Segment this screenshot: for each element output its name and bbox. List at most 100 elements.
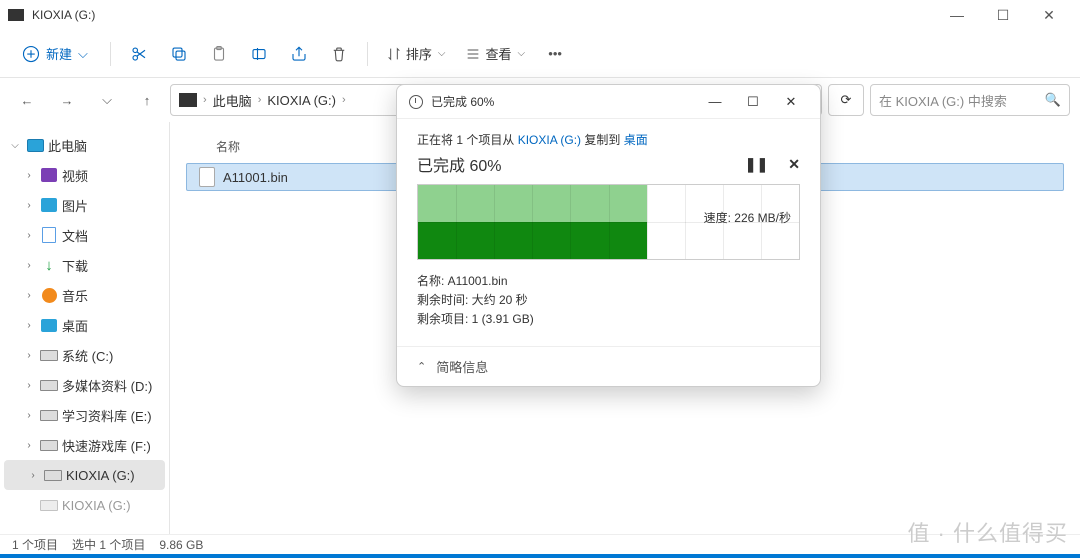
sidebar-item-desktop[interactable]: ›桌面 xyxy=(0,310,169,340)
copy-icon xyxy=(170,45,188,63)
sidebar-item-this-pc[interactable]: ⌵ 此电脑 xyxy=(0,130,169,160)
breadcrumb-item[interactable]: 此电脑 xyxy=(213,91,252,110)
copy-dest-link[interactable]: 桌面 xyxy=(624,133,648,147)
up-button[interactable]: ↑ xyxy=(130,83,164,117)
new-button[interactable]: 新建 ⌵ xyxy=(10,38,100,69)
breadcrumb-item[interactable]: KIOXIA (G:) xyxy=(267,93,336,108)
expand-icon[interactable]: › xyxy=(22,320,36,331)
sidebar-item-drive-e[interactable]: ›学习资料库 (E:) xyxy=(0,400,169,430)
rename-button[interactable] xyxy=(241,36,277,72)
view-label: 查看 xyxy=(485,44,511,63)
chevron-down-icon: ⌵ xyxy=(518,48,526,59)
sidebar-item-drive-d[interactable]: ›多媒体资料 (D:) xyxy=(0,370,169,400)
footer-label: 简略信息 xyxy=(436,357,488,376)
cut-button[interactable] xyxy=(121,36,157,72)
pc-icon xyxy=(26,136,44,154)
plus-circle-icon xyxy=(22,45,40,63)
delete-button[interactable] xyxy=(321,36,357,72)
paste-button[interactable] xyxy=(201,36,237,72)
recent-button[interactable]: ⌵ xyxy=(90,83,124,117)
refresh-button[interactable]: ⟳ xyxy=(828,84,864,116)
dialog-maximize-button[interactable]: ☐ xyxy=(736,89,770,115)
expand-icon[interactable]: › xyxy=(22,170,36,181)
copy-mid: 复制到 xyxy=(581,133,624,147)
expand-icon[interactable]: › xyxy=(22,350,36,361)
progress-filled xyxy=(418,185,647,259)
drive-icon xyxy=(44,466,62,484)
sidebar-item-drive-c[interactable]: › 系统 (C:) xyxy=(0,340,169,370)
maximize-button[interactable]: ☐ xyxy=(980,0,1026,30)
forward-button[interactable]: → xyxy=(50,83,84,117)
sidebar-label: 文档 xyxy=(62,226,88,245)
window-title: KIOXIA (G:) xyxy=(32,8,95,22)
sort-button[interactable]: 排序 ⌵ xyxy=(378,38,454,69)
expand-icon[interactable]: › xyxy=(22,440,36,451)
new-label: 新建 xyxy=(46,44,72,63)
detail-items: 剩余项目: 1 (3.91 GB) xyxy=(417,310,800,329)
sidebar-item-videos[interactable]: ›视频 xyxy=(0,160,169,190)
expand-icon[interactable]: › xyxy=(22,410,36,421)
rename-icon xyxy=(250,45,268,63)
chevron-down-icon: ⌵ xyxy=(78,46,88,62)
expand-icon[interactable]: › xyxy=(26,470,40,481)
sidebar-item-drive-g[interactable]: ›KIOXIA (G:) xyxy=(4,460,165,490)
minimize-button[interactable]: — xyxy=(934,0,980,30)
back-button[interactable]: ← xyxy=(10,83,44,117)
detail-name: 名称: A11001.bin xyxy=(417,272,800,291)
list-icon xyxy=(465,46,481,62)
expand-icon[interactable]: › xyxy=(22,200,36,211)
sidebar-item-pictures[interactable]: › 图片 xyxy=(0,190,169,220)
sort-label: 排序 xyxy=(406,44,432,63)
share-button[interactable] xyxy=(281,36,317,72)
expand-icon[interactable]: › xyxy=(22,380,36,391)
app-icon xyxy=(8,9,24,21)
sidebar-item-music[interactable]: › 音乐 xyxy=(0,280,169,310)
copy-button[interactable] xyxy=(161,36,197,72)
download-icon: ↓ xyxy=(40,256,58,274)
search-input[interactable]: 在 KIOXIA (G:) 中搜索 🔍 xyxy=(870,84,1070,116)
desktop-icon xyxy=(40,316,58,334)
progress-percent-label: 已完成 60% xyxy=(417,152,501,176)
file-icon xyxy=(199,167,215,187)
sidebar-label: 系统 (C:) xyxy=(62,346,113,365)
sidebar: ⌵ 此电脑 ›视频 ›图片 ›文档 ›↓下载 ›音乐 ›桌面 ›系统 (C:) … xyxy=(0,122,170,534)
copy-source-link[interactable]: KIOXIA (G:) xyxy=(518,133,581,147)
pause-button[interactable]: ❚❚ xyxy=(745,156,768,173)
chevron-up-icon: ⌃ xyxy=(417,360,426,373)
dialog-close-button[interactable]: ✕ xyxy=(774,89,808,115)
sidebar-item-drive-g-dup[interactable]: KIOXIA (G:) xyxy=(0,490,169,520)
clock-icon xyxy=(409,95,423,109)
copy-description: 正在将 1 个项目从 KIOXIA (G:) 复制到 桌面 xyxy=(417,131,800,148)
file-name: A11001.bin xyxy=(223,170,288,185)
sidebar-label: 图片 xyxy=(62,196,88,215)
search-placeholder: 在 KIOXIA (G:) 中搜索 xyxy=(879,91,1007,110)
expand-icon[interactable]: › xyxy=(22,260,36,271)
drive-icon xyxy=(40,346,58,364)
expand-icon[interactable]: › xyxy=(22,290,36,301)
view-button[interactable]: 查看 ⌵ xyxy=(457,38,533,69)
more-button[interactable]: ••• xyxy=(537,36,573,72)
dialog-title: 已完成 60% xyxy=(431,93,494,110)
sidebar-item-downloads[interactable]: ›↓下载 xyxy=(0,250,169,280)
close-button[interactable]: ✕ xyxy=(1026,0,1072,30)
taskbar xyxy=(0,554,1080,558)
detail-time: 剩余时间: 大约 20 秒 xyxy=(417,291,800,310)
sidebar-item-documents[interactable]: › 文档 xyxy=(0,220,169,250)
scissors-icon xyxy=(130,45,148,63)
window-controls: — ☐ ✕ xyxy=(934,0,1072,30)
dialog-footer[interactable]: ⌃ 简略信息 xyxy=(397,346,820,386)
sidebar-label: 音乐 xyxy=(62,286,88,305)
chevron-right-icon: › xyxy=(342,94,346,106)
collapse-icon[interactable]: ⌵ xyxy=(8,140,22,151)
dialog-minimize-button[interactable]: — xyxy=(698,89,732,115)
chevron-right-icon: › xyxy=(258,94,262,106)
chevron-down-icon: ⌵ xyxy=(438,48,446,59)
sidebar-item-drive-f[interactable]: ›快速游戏库 (F:) xyxy=(0,430,169,460)
expand-icon[interactable]: › xyxy=(22,230,36,241)
progress-heading: 已完成 60% ❚❚ ✕ xyxy=(417,152,800,176)
status-count: 1 个项目 xyxy=(12,536,58,553)
sidebar-label: KIOXIA (G:) xyxy=(62,498,131,513)
progress-graph: 速度: 226 MB/秒 xyxy=(417,184,800,260)
cancel-button[interactable]: ✕ xyxy=(788,156,800,173)
trash-icon xyxy=(330,45,348,63)
